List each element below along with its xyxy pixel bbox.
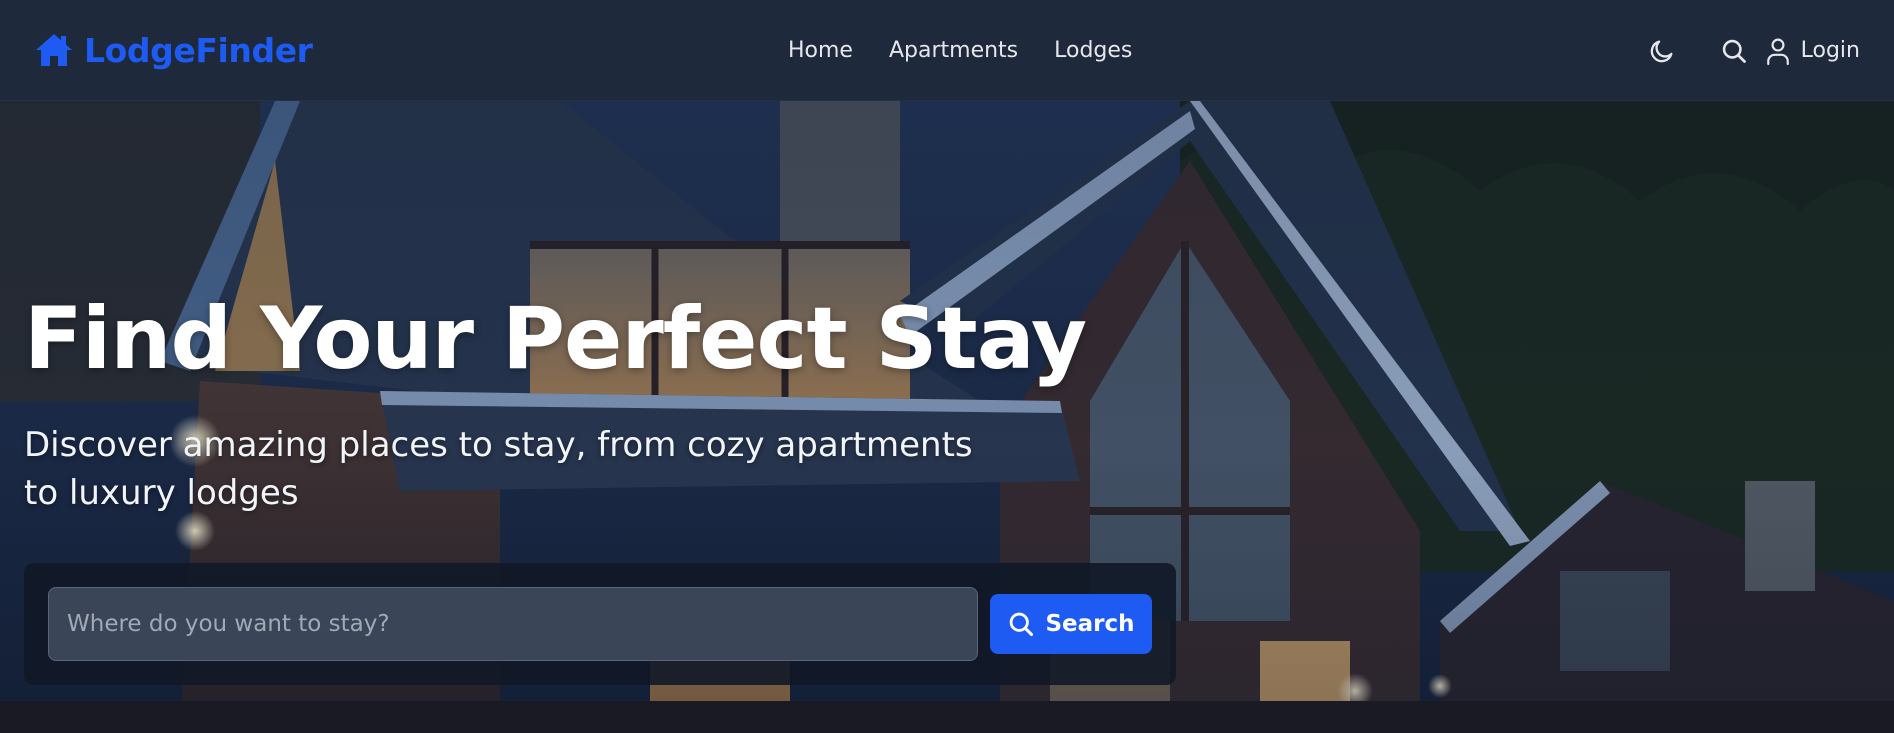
- theme-toggle-button[interactable]: [1641, 30, 1683, 72]
- nav-search-button[interactable]: [1713, 30, 1755, 72]
- login-label: Login: [1800, 38, 1860, 63]
- destination-search-input[interactable]: [48, 587, 978, 661]
- main-nav: Home Apartments Lodges: [788, 34, 1132, 68]
- nav-link-lodges[interactable]: Lodges: [1054, 34, 1132, 68]
- brand-name: LodgeFinder: [84, 31, 313, 70]
- search-button[interactable]: Search: [990, 594, 1152, 654]
- search-icon: [1010, 612, 1034, 637]
- user-icon: [1766, 38, 1789, 66]
- brand-logo-link[interactable]: LodgeFinder: [34, 31, 313, 71]
- nav-link-apartments[interactable]: Apartments: [889, 34, 1018, 68]
- login-button[interactable]: Login: [1765, 34, 1860, 68]
- top-navbar: LodgeFinder Home Apartments Lodges Login: [0, 0, 1894, 101]
- home-icon: [36, 34, 72, 66]
- search-panel: Search: [24, 563, 1176, 685]
- nav-actions: Login: [1641, 30, 1860, 72]
- search-button-label: Search: [1045, 611, 1135, 637]
- hero-title: Find Your Perfect Stay: [24, 289, 1087, 389]
- nav-link-home[interactable]: Home: [788, 34, 853, 68]
- hero-section: Find Your Perfect Stay Discover amazing …: [0, 101, 1894, 733]
- hero-subtitle: Discover amazing places to stay, from co…: [24, 425, 973, 513]
- moon-icon: [1650, 40, 1673, 63]
- search-icon: [1722, 39, 1746, 63]
